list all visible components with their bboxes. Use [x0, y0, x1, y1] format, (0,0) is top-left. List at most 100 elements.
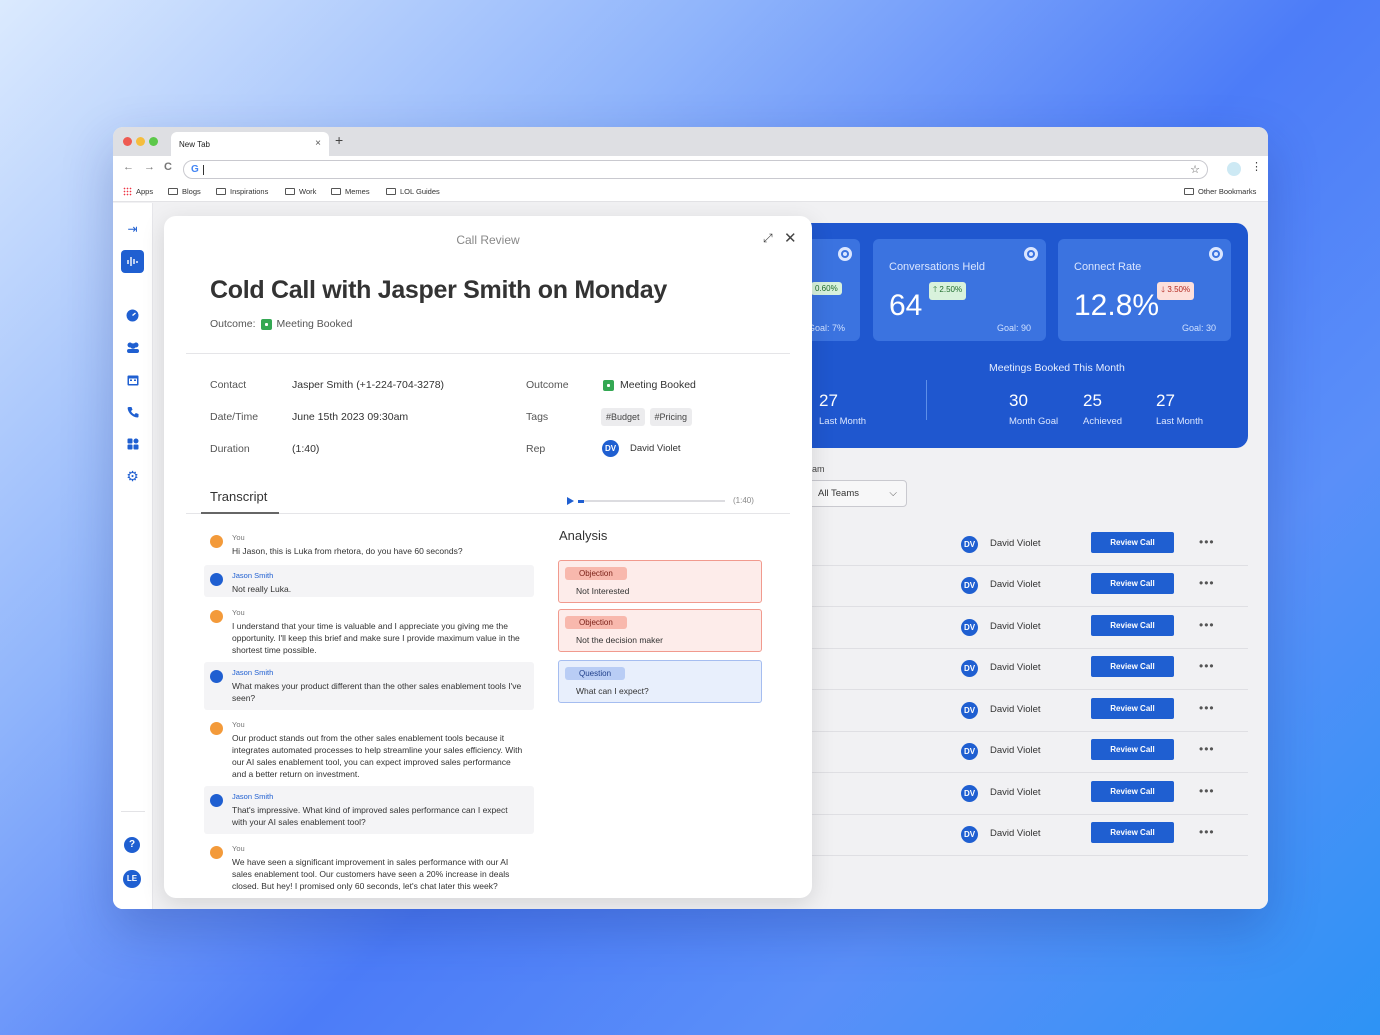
- folder-icon: [285, 188, 295, 195]
- review-call-button[interactable]: Review Call: [1091, 532, 1174, 553]
- call-review-modal: Call Review ⤢ ✕ Cold Call with Jasper Sm…: [164, 216, 812, 898]
- analysis-text: What can I expect?: [576, 686, 649, 696]
- calendar-icon[interactable]: [126, 374, 139, 387]
- collapse-sidebar-icon[interactable]: ⇥: [126, 223, 139, 236]
- rep-avatar: DV: [602, 440, 619, 457]
- more-options-icon[interactable]: •••: [1199, 784, 1215, 798]
- message-text: That's impressive. What kind of improved…: [232, 805, 508, 827]
- rep-avatar: DV: [961, 619, 978, 636]
- analysis-type-chip: Question: [565, 667, 626, 680]
- rep-value: David Violet: [630, 443, 681, 454]
- integrations-grid-icon[interactable]: [126, 438, 139, 451]
- table-row: DV David Violet Review Call •••: [807, 649, 1248, 690]
- bookmark-memes[interactable]: Memes: [331, 187, 370, 196]
- left-group-label: Last Month: [819, 416, 866, 427]
- more-options-icon[interactable]: •••: [1199, 701, 1215, 715]
- google-icon: G: [191, 164, 199, 175]
- tab-transcript[interactable]: Transcript: [210, 489, 267, 504]
- folder-icon: [216, 188, 226, 195]
- rep-name: David Violet: [990, 787, 1041, 798]
- rep-label: Rep: [526, 443, 546, 455]
- close-window-dot[interactable]: [123, 137, 132, 146]
- table-row: DV David Violet Review Call •••: [807, 525, 1248, 566]
- speaker-name: Jason Smith: [232, 571, 274, 580]
- maximize-window-dot[interactable]: [149, 137, 158, 146]
- tag-pricing[interactable]: #Pricing: [649, 408, 693, 426]
- team-filter-select[interactable]: All Teams ⌵: [807, 480, 907, 507]
- more-options-icon[interactable]: •••: [1199, 535, 1215, 549]
- bookmark-blogs[interactable]: Blogs: [168, 187, 201, 196]
- review-call-button[interactable]: Review Call: [1091, 781, 1174, 802]
- forward-icon[interactable]: →: [144, 161, 155, 173]
- bookmark-inspirations[interactable]: Inspirations: [216, 187, 268, 196]
- stats-panel: 0.60% Goal: 7% Conversations Held 64 🡑 2…: [753, 223, 1248, 448]
- rep-name: David Violet: [990, 538, 1041, 549]
- table-row: DV David Violet Review Call •••: [807, 815, 1248, 856]
- browser-menu-icon[interactable]: ⋮: [1251, 160, 1262, 173]
- back-icon[interactable]: ←: [123, 161, 134, 173]
- bookmark-star-icon[interactable]: ☆: [1190, 163, 1200, 176]
- settings-gear-icon[interactable]: ⚙: [126, 469, 139, 483]
- stat-card-connect-rate: Connect Rate 12.8% 🡓 3.50% Goal: 30: [1058, 239, 1231, 341]
- browser-tab[interactable]: New Tab ×: [171, 132, 329, 156]
- rep-name: David Violet: [990, 621, 1041, 632]
- meetings-goal-value: 30: [1009, 391, 1028, 410]
- minimize-window-dot[interactable]: [136, 137, 145, 146]
- stat-card-conversations: Conversations Held 64 🡑 2.50% Goal: 90: [873, 239, 1046, 341]
- analysis-card[interactable]: Objection Not Interested: [558, 560, 762, 603]
- table-row: DV David Violet Review Call •••: [807, 774, 1248, 815]
- bookmark-other[interactable]: Other Bookmarks: [1184, 187, 1256, 196]
- meetings-title: Meetings Booked This Month: [989, 362, 1125, 374]
- rep-avatar: DV: [961, 785, 978, 802]
- call-outcome: Outcome: Meeting Booked: [210, 318, 353, 330]
- audio-progress-slider[interactable]: [578, 499, 725, 503]
- more-options-icon[interactable]: •••: [1199, 742, 1215, 756]
- more-options-icon[interactable]: •••: [1199, 618, 1215, 632]
- analysis-text: Not the decision maker: [576, 635, 663, 645]
- folder-icon: [331, 188, 341, 195]
- rep-name: David Violet: [990, 828, 1041, 839]
- new-tab-icon[interactable]: +: [335, 132, 343, 148]
- bookmark-work[interactable]: Work: [285, 187, 316, 196]
- transcript-message: You Our product stands out from the other…: [204, 714, 534, 782]
- agent-waveform-icon: [210, 722, 223, 735]
- address-bar[interactable]: G ☆: [183, 160, 1208, 179]
- more-options-icon[interactable]: •••: [1199, 576, 1215, 590]
- help-icon[interactable]: ?: [124, 837, 140, 853]
- phone-icon[interactable]: [126, 406, 139, 419]
- profile-avatar[interactable]: [1227, 162, 1241, 176]
- tag-budget[interactable]: #Budget: [601, 408, 645, 426]
- bookmark-apps[interactable]: Apps: [123, 187, 153, 196]
- play-icon[interactable]: [567, 497, 574, 505]
- review-call-button[interactable]: Review Call: [1091, 822, 1174, 843]
- expand-icon[interactable]: ⤢: [763, 231, 773, 246]
- analysis-card[interactable]: Objection Not the decision maker: [558, 609, 762, 652]
- table-row: DV David Violet Review Call •••: [807, 608, 1248, 649]
- review-call-button[interactable]: Review Call: [1091, 698, 1174, 719]
- review-call-button[interactable]: Review Call: [1091, 656, 1174, 677]
- more-options-icon[interactable]: •••: [1199, 825, 1215, 839]
- analysis-type-chip: Objection: [565, 567, 627, 580]
- bookmark-lol-guides[interactable]: LOL Guides: [386, 187, 440, 196]
- app-content: ⇥ ⚙ ? LE 0.60% Goal: 7% Conversations He…: [113, 203, 1268, 909]
- tab-close-icon[interactable]: ×: [315, 138, 321, 149]
- close-icon[interactable]: ✕: [784, 229, 797, 247]
- user-avatar[interactable]: LE: [123, 870, 141, 888]
- transcript-message: Jason Smith That's impressive. What kind …: [204, 786, 534, 834]
- rep-avatar: DV: [961, 536, 978, 553]
- more-options-icon[interactable]: •••: [1199, 659, 1215, 673]
- stat-goal: Goal: 90: [996, 323, 1031, 333]
- review-call-button[interactable]: Review Call: [1091, 615, 1174, 636]
- transcript-message: Jason Smith Not really Luka.: [204, 565, 534, 597]
- analysis-text: Not Interested: [576, 586, 630, 596]
- calls-nav-icon[interactable]: [121, 250, 144, 273]
- analysis-title: Analysis: [559, 528, 608, 543]
- review-call-button[interactable]: Review Call: [1091, 573, 1174, 594]
- dashboard-gauge-icon[interactable]: [126, 309, 139, 322]
- review-call-button[interactable]: Review Call: [1091, 739, 1174, 760]
- folder-icon: [168, 188, 178, 195]
- reload-icon[interactable]: C: [164, 161, 172, 173]
- speaker-name: You: [232, 844, 245, 853]
- analysis-card[interactable]: Question What can I expect?: [558, 660, 762, 703]
- team-icon[interactable]: [126, 341, 139, 354]
